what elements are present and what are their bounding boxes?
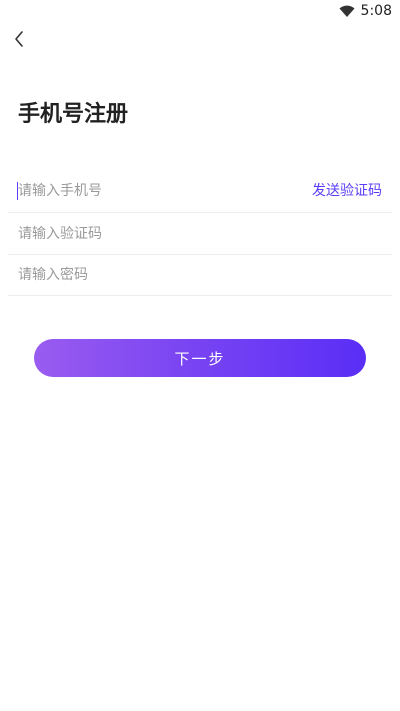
page-title: 手机号注册	[18, 102, 129, 127]
phone-row: 发送验证码	[8, 170, 392, 212]
register-screen: 5:08 手机号注册 发送验证码 下一步	[0, 0, 400, 711]
next-step-button[interactable]: 下一步	[34, 339, 366, 377]
status-bar: 5:08	[0, 0, 400, 24]
password-input[interactable]	[8, 255, 392, 295]
wifi-icon	[339, 4, 355, 18]
register-form: 发送验证码	[8, 170, 392, 296]
back-button[interactable]	[8, 30, 30, 52]
send-code-button[interactable]: 发送验证码	[312, 180, 382, 200]
password-row	[8, 254, 392, 296]
code-row	[8, 212, 392, 254]
chevron-left-icon	[13, 30, 25, 52]
text-caret	[17, 182, 18, 200]
status-right: 5:08	[339, 3, 392, 19]
verification-code-input[interactable]	[8, 213, 392, 254]
status-time: 5:08	[360, 3, 392, 19]
